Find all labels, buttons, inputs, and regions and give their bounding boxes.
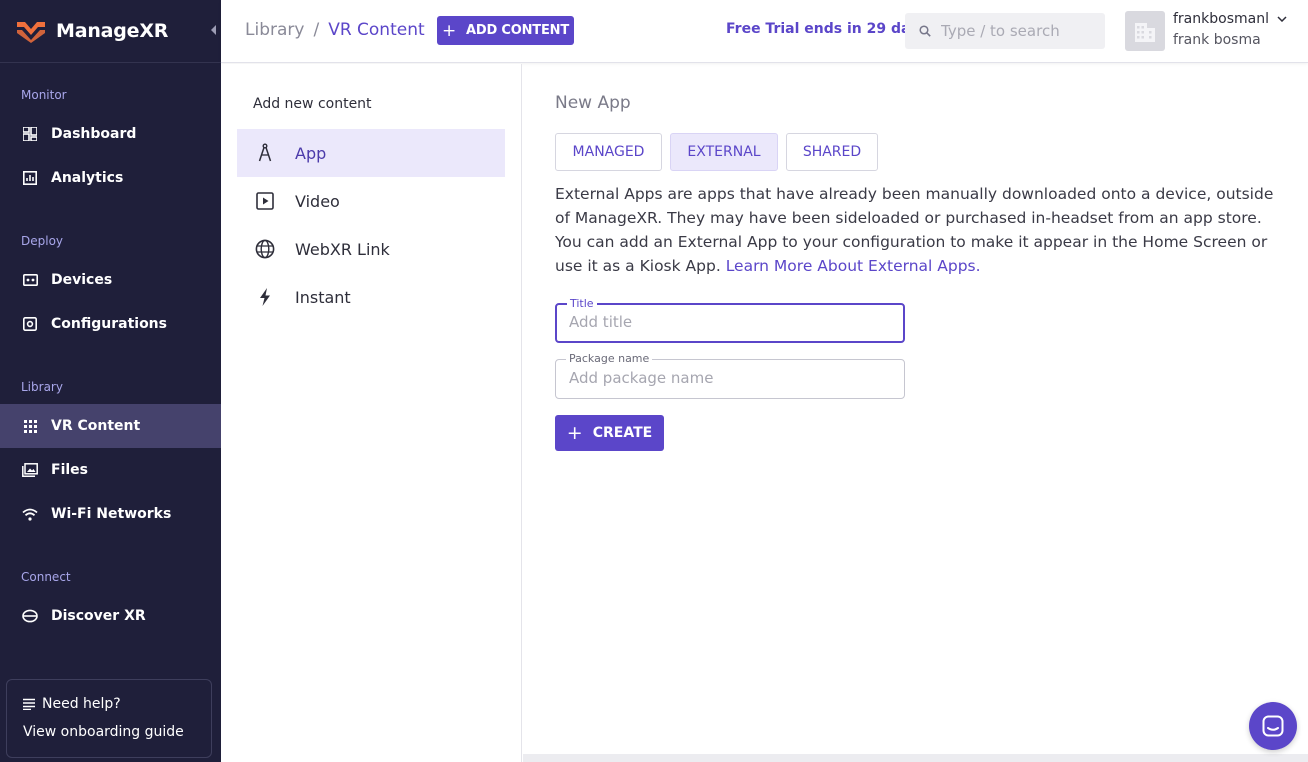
dashboard-icon — [22, 126, 38, 142]
wifi-icon — [22, 506, 38, 522]
new-app-form: New App MANAGED EXTERNAL SHARED External… — [523, 64, 1308, 754]
create-button[interactable]: + CREATE — [555, 415, 664, 451]
user-handle: frankbosmanl — [1173, 11, 1269, 27]
title-field-label: Title — [567, 297, 597, 310]
sidebar-item-discover-xr[interactable]: Discover XR — [0, 594, 221, 638]
sidebar-item-devices[interactable]: Devices — [0, 258, 221, 302]
package-name-field-label: Package name — [566, 352, 653, 365]
user-display-name: frank bosma — [1173, 32, 1261, 48]
breadcrumb: Library / VR Content — [245, 20, 425, 40]
need-help-heading: Need help? — [23, 696, 121, 712]
sidebar-item-wifi-networks[interactable]: Wi-Fi Networks — [0, 492, 221, 536]
external-apps-description: External Apps are apps that have already… — [555, 182, 1285, 278]
tab-managed[interactable]: MANAGED — [555, 133, 662, 171]
org-avatar[interactable] — [1125, 11, 1165, 51]
section-label-monitor: Monitor — [21, 88, 67, 102]
tab-external[interactable]: EXTERNAL — [670, 133, 778, 171]
brand-header: ManageXR — [0, 0, 221, 63]
chat-icon — [1262, 715, 1284, 737]
sidebar: ManageXR Monitor Dashboard Analytics Dep… — [0, 0, 221, 762]
trial-notice[interactable]: Free Trial ends in 29 days — [726, 21, 927, 37]
title-field[interactable]: Title — [555, 297, 905, 343]
sidebar-item-label: Configurations — [51, 316, 167, 332]
package-name-input[interactable] — [569, 369, 889, 387]
breadcrumb-current: VR Content — [328, 20, 425, 40]
sidebar-item-label: Dashboard — [51, 126, 137, 142]
sidebar-item-label: VR Content — [51, 418, 141, 434]
list-icon — [23, 698, 35, 710]
sidebar-item-label: Discover XR — [51, 608, 146, 624]
plus-icon: + — [566, 422, 583, 444]
chat-launcher-button[interactable] — [1249, 702, 1297, 750]
package-name-field[interactable]: Package name — [555, 352, 905, 399]
sidebar-item-label: Analytics — [51, 170, 124, 186]
tab-shared[interactable]: SHARED — [786, 133, 878, 171]
search-input[interactable] — [941, 22, 1091, 40]
search-icon — [919, 25, 931, 37]
content-type-label: App — [295, 143, 327, 163]
top-header: Library / VR Content + ADD CONTENT Free … — [221, 0, 1308, 63]
lightning-icon — [255, 287, 275, 307]
sidebar-item-files[interactable]: Files — [0, 448, 221, 492]
globe-icon — [255, 239, 275, 259]
sidebar-item-configurations[interactable]: Configurations — [0, 302, 221, 346]
add-new-content-heading: Add new content — [253, 96, 372, 112]
content-type-label: WebXR Link — [295, 239, 390, 259]
compass-icon — [255, 143, 275, 163]
devices-icon — [22, 272, 38, 288]
section-label-connect: Connect — [21, 570, 71, 584]
sidebar-item-label: Files — [51, 462, 88, 478]
content-type-label: Instant — [295, 287, 351, 307]
content-type-webxr-link[interactable]: WebXR Link — [237, 225, 505, 273]
sidebar-item-vr-content[interactable]: VR Content — [0, 404, 221, 448]
content-type-video[interactable]: Video — [237, 177, 505, 225]
add-content-label: ADD CONTENT — [466, 23, 569, 38]
managexr-logo-icon — [17, 22, 45, 43]
sidebar-item-analytics[interactable]: Analytics — [0, 156, 221, 200]
learn-more-link[interactable]: Learn More About External Apps. — [726, 257, 981, 275]
create-label: CREATE — [592, 425, 653, 441]
breadcrumb-library-link[interactable]: Library — [245, 20, 304, 40]
video-icon — [255, 191, 275, 211]
building-icon — [1135, 23, 1155, 42]
form-title: New App — [555, 93, 631, 113]
sidebar-item-label: Wi-Fi Networks — [51, 506, 172, 522]
user-menu[interactable]: frankbosmanl — [1173, 11, 1287, 27]
grid-icon — [22, 418, 38, 434]
breadcrumb-separator: / — [313, 20, 320, 40]
add-content-button[interactable]: + ADD CONTENT — [437, 16, 574, 45]
sidebar-item-dashboard[interactable]: Dashboard — [0, 112, 221, 156]
brand-name: ManageXR — [56, 20, 169, 42]
content-type-instant[interactable]: Instant — [237, 273, 505, 321]
section-label-deploy: Deploy — [21, 234, 64, 248]
content-type-app[interactable]: App — [237, 129, 505, 177]
headset-icon — [22, 608, 38, 624]
content-type-label: Video — [295, 191, 340, 211]
chevron-down-icon — [1277, 16, 1287, 22]
configurations-icon — [22, 316, 38, 332]
need-help-label: Need help? — [42, 696, 121, 712]
search-box[interactable] — [905, 13, 1105, 49]
onboarding-guide-link[interactable]: View onboarding guide — [23, 724, 184, 740]
sidebar-item-label: Devices — [51, 272, 113, 288]
app-type-tabs: MANAGED EXTERNAL SHARED — [555, 133, 886, 171]
help-box: Need help? View onboarding guide — [6, 679, 212, 758]
image-icon — [22, 462, 38, 478]
collapse-sidebar-button[interactable] — [211, 25, 216, 35]
analytics-icon — [22, 170, 38, 186]
content-type-panel: Add new content App Video WebXR Link Ins… — [221, 64, 522, 762]
plus-icon: + — [442, 20, 457, 41]
title-input[interactable] — [569, 313, 889, 331]
horizontal-scrollbar[interactable] — [523, 754, 1308, 762]
section-label-library: Library — [21, 380, 63, 394]
